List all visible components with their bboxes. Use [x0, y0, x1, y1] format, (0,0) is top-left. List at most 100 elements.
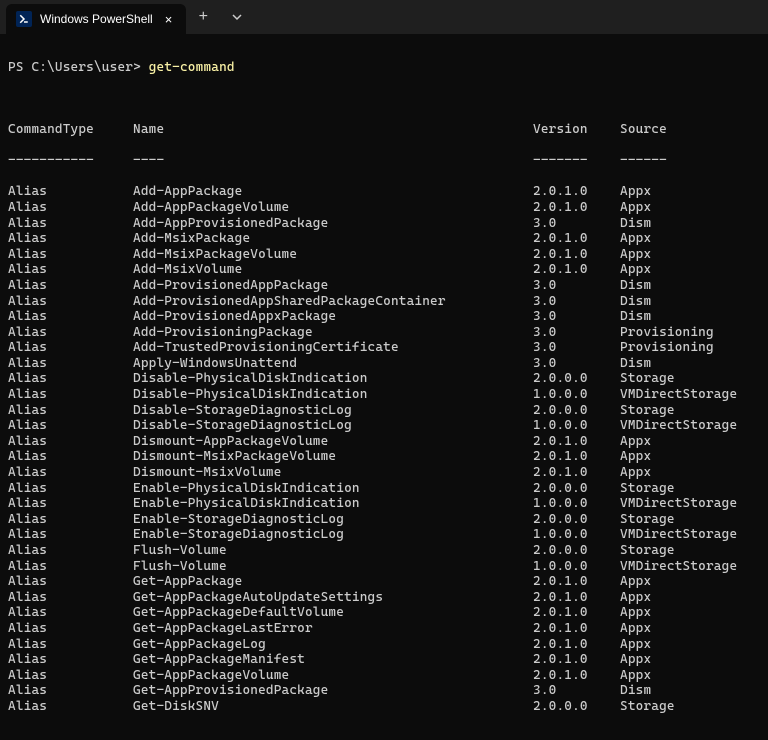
tab-powershell[interactable]: Windows PowerShell ×: [6, 4, 186, 34]
cell-source: Appx: [620, 605, 760, 621]
cell-type: Alias: [8, 512, 133, 528]
cell-name: Get-AppPackageLastError: [133, 621, 533, 637]
table-row: AliasDismount-MsixVolume2.0.1.0Appx: [8, 465, 760, 481]
cell-version: 2.0.1.0: [533, 231, 620, 247]
cell-type: Alias: [8, 605, 133, 621]
table-row: AliasAdd-ProvisioningPackage3.0Provision…: [8, 325, 760, 341]
cell-version: 2.0.1.0: [533, 668, 620, 684]
cell-type: Alias: [8, 543, 133, 559]
table-row: AliasGet-DiskSNV2.0.0.0Storage: [8, 699, 760, 715]
cell-source: Storage: [620, 403, 760, 419]
cell-version: 3.0: [533, 356, 620, 372]
cell-name: Get-AppPackageManifest: [133, 652, 533, 668]
new-tab-button[interactable]: +: [186, 0, 220, 34]
cell-version: 2.0.0.0: [533, 512, 620, 528]
table-row: AliasAdd-TrustedProvisioningCertificate3…: [8, 340, 760, 356]
terminal-output[interactable]: PS C:\Users\user> get-command CommandTyp…: [0, 34, 768, 740]
table-row: AliasDismount-MsixPackageVolume2.0.1.0Ap…: [8, 449, 760, 465]
close-icon[interactable]: ×: [161, 12, 177, 27]
cell-name: Get-AppPackageAutoUpdateSettings: [133, 590, 533, 606]
cell-type: Alias: [8, 496, 133, 512]
cell-source: Appx: [620, 262, 760, 278]
cell-version: 2.0.0.0: [533, 481, 620, 497]
table-row: AliasGet-AppPackage2.0.1.0Appx: [8, 574, 760, 590]
cell-name: Dismount-MsixPackageVolume: [133, 449, 533, 465]
chevron-down-icon: [232, 12, 242, 22]
cell-type: Alias: [8, 200, 133, 216]
cell-source: Appx: [620, 434, 760, 450]
table-row: AliasApply-WindowsUnattend3.0Dism: [8, 356, 760, 372]
table-row: AliasGet-AppPackageLog2.0.1.0Appx: [8, 637, 760, 653]
table-row: AliasDisable-StorageDiagnosticLog2.0.0.0…: [8, 403, 760, 419]
header-source: Source: [620, 122, 760, 138]
cell-source: Storage: [620, 371, 760, 387]
table-row: AliasAdd-AppPackageVolume2.0.1.0Appx: [8, 200, 760, 216]
cell-type: Alias: [8, 449, 133, 465]
cell-version: 2.0.1.0: [533, 247, 620, 263]
cell-name: Add-ProvisionedAppSharedPackageContainer: [133, 294, 533, 310]
cell-name: Flush-Volume: [133, 559, 533, 575]
cell-type: Alias: [8, 262, 133, 278]
cell-source: Dism: [620, 309, 760, 325]
cell-source: Storage: [620, 543, 760, 559]
cell-type: Alias: [8, 216, 133, 232]
prompt-path: PS C:\Users\user>: [8, 60, 149, 75]
tab-dropdown-button[interactable]: [220, 0, 254, 34]
cell-source: Appx: [620, 668, 760, 684]
cell-type: Alias: [8, 527, 133, 543]
table-row: AliasAdd-MsixPackageVolume2.0.1.0Appx: [8, 247, 760, 263]
cell-version: 2.0.1.0: [533, 637, 620, 653]
cell-version: 3.0: [533, 278, 620, 294]
cell-name: Enable-PhysicalDiskIndication: [133, 481, 533, 497]
cell-type: Alias: [8, 668, 133, 684]
cell-type: Alias: [8, 637, 133, 653]
header-name: Name: [133, 122, 533, 138]
cell-version: 1.0.0.0: [533, 527, 620, 543]
cell-version: 1.0.0.0: [533, 496, 620, 512]
cell-source: Dism: [620, 356, 760, 372]
cell-source: Dism: [620, 216, 760, 232]
cell-version: 2.0.1.0: [533, 184, 620, 200]
cell-version: 2.0.0.0: [533, 403, 620, 419]
cell-name: Get-AppPackageDefaultVolume: [133, 605, 533, 621]
table-row: AliasEnable-PhysicalDiskIndication2.0.0.…: [8, 481, 760, 497]
cell-version: 2.0.1.0: [533, 200, 620, 216]
prompt-command: get-command: [149, 60, 235, 75]
cell-version: 2.0.1.0: [533, 574, 620, 590]
cell-source: Appx: [620, 621, 760, 637]
cell-source: Storage: [620, 512, 760, 528]
cell-name: Disable-StorageDiagnosticLog: [133, 403, 533, 419]
cell-source: Dism: [620, 294, 760, 310]
table-row: AliasAdd-AppPackage2.0.1.0Appx: [8, 184, 760, 200]
table-row: AliasGet-AppProvisionedPackage3.0Dism: [8, 683, 760, 699]
cell-version: 2.0.1.0: [533, 590, 620, 606]
cell-name: Add-TrustedProvisioningCertificate: [133, 340, 533, 356]
cell-name: Add-MsixVolume: [133, 262, 533, 278]
table-row: AliasEnable-StorageDiagnosticLog2.0.0.0S…: [8, 512, 760, 528]
cell-name: Dismount-AppPackageVolume: [133, 434, 533, 450]
cell-type: Alias: [8, 590, 133, 606]
cell-source: Appx: [620, 637, 760, 653]
cell-source: Appx: [620, 652, 760, 668]
table-row: AliasAdd-ProvisionedAppxPackage3.0Dism: [8, 309, 760, 325]
cell-source: Appx: [620, 449, 760, 465]
cell-source: Appx: [620, 247, 760, 263]
cell-name: Get-AppPackage: [133, 574, 533, 590]
cell-source: VMDirectStorage: [620, 418, 760, 434]
cell-version: 2.0.0.0: [533, 371, 620, 387]
table-row: AliasGet-AppPackageDefaultVolume2.0.1.0A…: [8, 605, 760, 621]
cell-type: Alias: [8, 387, 133, 403]
cell-version: 1.0.0.0: [533, 387, 620, 403]
cell-version: 2.0.1.0: [533, 652, 620, 668]
table-row: AliasAdd-ProvisionedAppSharedPackageCont…: [8, 294, 760, 310]
table-row: AliasDismount-AppPackageVolume2.0.1.0App…: [8, 434, 760, 450]
cell-source: Appx: [620, 574, 760, 590]
cell-name: Disable-PhysicalDiskIndication: [133, 387, 533, 403]
table-row: AliasAdd-AppProvisionedPackage3.0Dism: [8, 216, 760, 232]
cell-type: Alias: [8, 247, 133, 263]
cell-type: Alias: [8, 356, 133, 372]
cell-type: Alias: [8, 621, 133, 637]
cell-source: Provisioning: [620, 340, 760, 356]
table-row: AliasEnable-StorageDiagnosticLog1.0.0.0V…: [8, 527, 760, 543]
cell-version: 3.0: [533, 340, 620, 356]
